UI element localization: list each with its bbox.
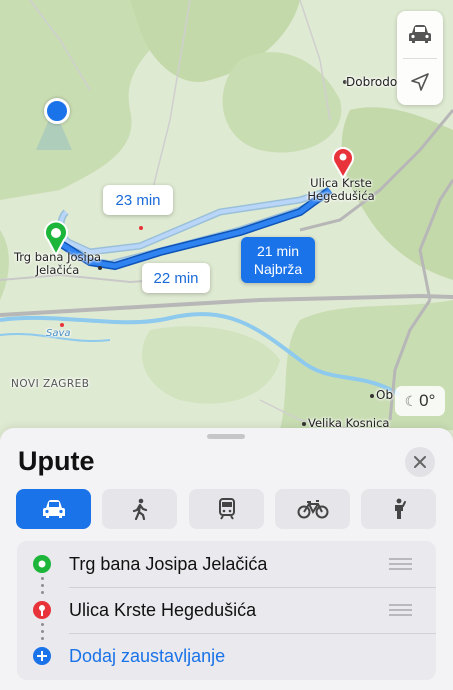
add-stop-label: Dodaj zaustavljanje (69, 646, 226, 666)
map-controls (397, 11, 443, 105)
mode-rideshare-button[interactable] (361, 489, 436, 529)
directions-sheet: Upute Trg bana Josipa Jelačića Ulica Krs… (0, 428, 453, 690)
plus-icon (33, 647, 51, 665)
place-novi-zagreb: NOVI ZAGREB (11, 378, 90, 390)
person-icon (394, 498, 406, 519)
map-view[interactable]: Trg bana Josipa Jelačića Ulica Krste Heg… (0, 0, 453, 470)
walk-icon (132, 498, 147, 520)
end-pin-icon (33, 601, 51, 619)
stop-row-end[interactable]: Ulica Krste Hegedušića (17, 587, 436, 633)
car-icon (42, 500, 65, 518)
mode-car-button[interactable] (16, 489, 91, 529)
add-stop-button[interactable]: Dodaj zaustavljanje (17, 633, 436, 679)
car-icon (409, 25, 431, 43)
close-icon (414, 456, 426, 468)
alt-route-2-bubble[interactable]: 22 min (142, 263, 210, 293)
stops-list: Trg bana Josipa Jelačića Ulica Krste Heg… (17, 541, 436, 680)
locate-me-button[interactable] (397, 59, 443, 105)
mode-walk-button[interactable] (102, 489, 177, 529)
place-dobrodol: Dobrodo (346, 75, 398, 89)
end-pin-icon[interactable] (330, 145, 356, 179)
stop-start-label: Trg bana Josipa Jelačića (69, 554, 268, 574)
stop-end-label: Ulica Krste Hegedušića (69, 600, 257, 620)
main-route-time: 21 min (256, 243, 300, 259)
reorder-handle-icon[interactable] (389, 604, 412, 616)
mode-bike-button[interactable] (275, 489, 350, 529)
sheet-grabber[interactable] (207, 434, 245, 439)
weather-badge: ☾ 0° (395, 386, 445, 416)
bike-icon (297, 500, 328, 519)
location-arrow-icon (411, 73, 429, 91)
transport-mode-selector (16, 489, 437, 529)
transit-icon (218, 498, 235, 520)
main-route-bubble[interactable]: 21 min Najbrža (241, 237, 315, 283)
place-sava: Sava (46, 328, 71, 339)
mode-transit-button[interactable] (189, 489, 264, 529)
start-map-label: Trg bana Josipa Jelačića (13, 250, 102, 277)
alt-route-1-bubble[interactable]: 23 min (103, 185, 173, 215)
start-dot-icon (33, 555, 51, 573)
close-button[interactable] (405, 447, 435, 477)
main-route-note: Najbrža (253, 261, 303, 277)
end-map-label: Ulica Krste Hegedušića (307, 176, 375, 203)
sheet-title: Upute (18, 446, 95, 476)
moon-cloud-icon: ☾ (404, 392, 418, 409)
driving-mode-button[interactable] (397, 11, 443, 57)
reorder-handle-icon[interactable] (389, 558, 412, 570)
stop-row-start[interactable]: Trg bana Josipa Jelačića (17, 541, 436, 587)
weather-temp: 0° (419, 391, 436, 410)
place-ob: Ob (376, 388, 394, 402)
current-location-icon (44, 98, 70, 124)
